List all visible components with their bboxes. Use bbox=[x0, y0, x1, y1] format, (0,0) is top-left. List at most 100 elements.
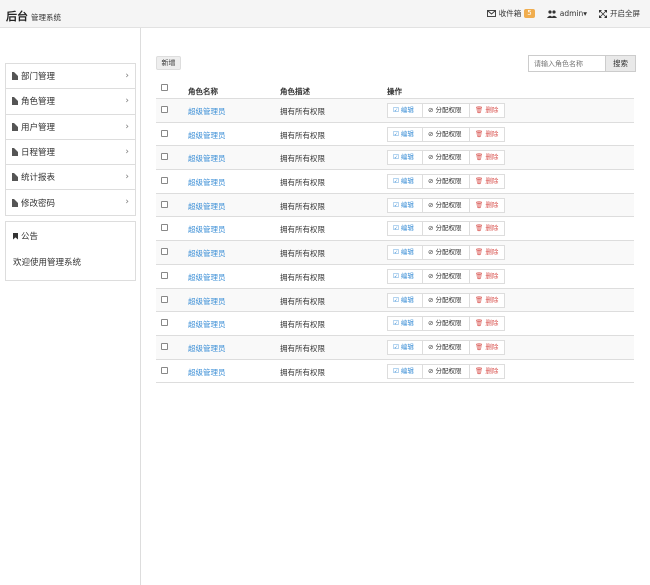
table-row: 超级管理员 拥有所有权限 ☑ 编辑 ⊘ 分配权限 🗑 删除 bbox=[156, 170, 634, 194]
add-button[interactable]: 新增 bbox=[156, 56, 181, 70]
row-actions: ☑ 编辑 ⊘ 分配权限 🗑 删除 bbox=[387, 268, 505, 284]
brand-title: 后台 bbox=[6, 10, 28, 23]
sidebar-item-roles[interactable]: 角色管理 › bbox=[6, 89, 135, 115]
row-actions: ☑ 编辑 ⊘ 分配权限 🗑 删除 bbox=[387, 221, 505, 237]
edit-button[interactable]: ☑ 编辑 bbox=[387, 245, 423, 261]
assign-permissions-button[interactable]: ⊘ 分配权限 bbox=[423, 197, 470, 213]
users-icon bbox=[546, 9, 557, 18]
edit-button[interactable]: ☑ 编辑 bbox=[387, 268, 423, 284]
assign-permissions-button[interactable]: ⊘ 分配权限 bbox=[423, 268, 470, 284]
role-name-link[interactable]: 超级管理员 bbox=[188, 177, 226, 188]
user-menu[interactable]: admin▾ bbox=[546, 9, 587, 18]
chevron-right-icon: › bbox=[125, 197, 129, 208]
assign-permissions-button[interactable]: ⊘ 分配权限 bbox=[423, 245, 470, 261]
assign-permissions-button[interactable]: ⊘ 分配权限 bbox=[423, 339, 470, 355]
chevron-right-icon: › bbox=[125, 146, 129, 157]
edit-button[interactable]: ☑ 编辑 bbox=[387, 126, 423, 142]
edit-button[interactable]: ☑ 编辑 bbox=[387, 150, 423, 166]
role-name-link[interactable]: 超级管理员 bbox=[188, 296, 226, 307]
inbox-button[interactable]: 收件箱 5 bbox=[486, 8, 535, 19]
assign-permissions-button[interactable]: ⊘ 分配权限 bbox=[423, 316, 470, 332]
edit-button[interactable]: ☑ 编辑 bbox=[387, 174, 423, 190]
row-checkbox[interactable] bbox=[161, 177, 168, 185]
role-name-link[interactable]: 超级管理员 bbox=[188, 130, 226, 141]
delete-button[interactable]: 🗑 删除 bbox=[470, 150, 505, 166]
role-name-link[interactable]: 超级管理员 bbox=[188, 367, 226, 378]
brand: 后台 管理系统 bbox=[6, 8, 61, 24]
row-checkbox[interactable] bbox=[161, 295, 168, 303]
select-all-checkbox[interactable] bbox=[161, 84, 168, 91]
role-name-link[interactable]: 超级管理员 bbox=[188, 153, 226, 164]
assign-permissions-button[interactable]: ⊘ 分配权限 bbox=[423, 363, 470, 379]
assign-permissions-button[interactable]: ⊘ 分配权限 bbox=[423, 150, 470, 166]
sidebar-item-password[interactable]: 修改密码 › bbox=[6, 190, 135, 216]
assign-permissions-button[interactable]: ⊘ 分配权限 bbox=[423, 174, 470, 190]
delete-button[interactable]: 🗑 删除 bbox=[470, 103, 505, 118]
sidebar-item-users[interactable]: 用户管理 › bbox=[6, 114, 135, 140]
delete-button[interactable]: 🗑 删除 bbox=[470, 316, 505, 332]
delete-button[interactable]: 🗑 删除 bbox=[470, 197, 505, 213]
fullscreen-button[interactable]: 开启全屏 bbox=[599, 8, 640, 19]
delete-button[interactable]: 🗑 删除 bbox=[470, 363, 505, 379]
role-name-link[interactable]: 超级管理员 bbox=[188, 201, 226, 212]
delete-button[interactable]: 🗑 删除 bbox=[470, 268, 505, 284]
file-icon bbox=[12, 148, 18, 157]
role-name-link[interactable]: 超级管理员 bbox=[188, 272, 226, 283]
role-name-link[interactable]: 超级管理员 bbox=[188, 343, 226, 354]
row-checkbox[interactable] bbox=[161, 224, 168, 232]
edit-button[interactable]: ☑ 编辑 bbox=[387, 316, 423, 332]
table-row: 超级管理员 拥有所有权限 ☑ 编辑 ⊘ 分配权限 🗑 删除 bbox=[156, 241, 634, 265]
row-checkbox[interactable] bbox=[161, 153, 168, 161]
table-header: 角色名称 角色描述 操作 bbox=[156, 79, 634, 99]
edit-button[interactable]: ☑ 编辑 bbox=[387, 363, 423, 379]
role-name-link[interactable]: 超级管理员 bbox=[188, 106, 226, 117]
search-input[interactable] bbox=[528, 55, 606, 72]
role-desc: 拥有所有权限 bbox=[280, 272, 325, 282]
assign-permissions-button[interactable]: ⊘ 分配权限 bbox=[423, 221, 470, 237]
sidebar-item-schedule[interactable]: 日程管理 › bbox=[6, 139, 135, 166]
assign-permissions-button[interactable]: ⊘ 分配权限 bbox=[423, 292, 470, 308]
delete-button[interactable]: 🗑 删除 bbox=[470, 245, 505, 261]
delete-button[interactable]: 🗑 删除 bbox=[470, 339, 505, 355]
assign-permissions-button[interactable]: ⊘ 分配权限 bbox=[423, 103, 470, 118]
sidebar: 部门管理 › 角色管理 › 用户管理 › 日程管理 › 统计报表 › 修改密码 › 公告 欢… bbox=[0, 28, 141, 585]
edit-button[interactable]: ☑ 编辑 bbox=[387, 292, 423, 308]
search-button[interactable]: 搜索 bbox=[605, 55, 636, 72]
sidebar-item-label: 角色管理 bbox=[21, 97, 56, 108]
row-checkbox[interactable] bbox=[161, 106, 168, 113]
row-checkbox[interactable] bbox=[161, 366, 168, 374]
chevron-right-icon: › bbox=[125, 121, 129, 132]
edit-button[interactable]: ☑ 编辑 bbox=[387, 197, 423, 213]
row-checkbox[interactable] bbox=[161, 271, 168, 279]
role-desc: 拥有所有权限 bbox=[280, 343, 325, 353]
edit-button[interactable]: ☑ 编辑 bbox=[387, 103, 423, 118]
edit-button[interactable]: ☑ 编辑 bbox=[387, 339, 423, 355]
role-desc: 拥有所有权限 bbox=[280, 154, 325, 164]
notice-title: 公告 bbox=[21, 232, 39, 242]
role-name-link[interactable]: 超级管理员 bbox=[188, 224, 226, 235]
brand-subtitle: 管理系统 bbox=[31, 13, 61, 22]
row-checkbox[interactable] bbox=[161, 248, 168, 256]
sidebar-item-label: 部门管理 bbox=[21, 72, 56, 83]
role-name-link[interactable]: 超级管理员 bbox=[188, 248, 226, 259]
header-name: 角色名称 bbox=[188, 87, 218, 96]
row-checkbox[interactable] bbox=[161, 342, 168, 350]
assign-permissions-button[interactable]: ⊘ 分配权限 bbox=[423, 126, 470, 142]
row-checkbox[interactable] bbox=[161, 319, 168, 327]
role-name-link[interactable]: 超级管理员 bbox=[188, 319, 226, 330]
delete-button[interactable]: 🗑 删除 bbox=[470, 221, 505, 237]
row-actions: ☑ 编辑 ⊘ 分配权限 🗑 删除 bbox=[387, 150, 505, 166]
row-checkbox[interactable] bbox=[161, 129, 168, 137]
delete-button[interactable]: 🗑 删除 bbox=[470, 126, 505, 142]
row-actions: ☑ 编辑 ⊘ 分配权限 🗑 删除 bbox=[387, 174, 505, 190]
sidebar-item-label: 用户管理 bbox=[21, 122, 56, 133]
delete-button[interactable]: 🗑 删除 bbox=[470, 292, 505, 308]
top-bar: 后台 管理系统 收件箱 5 admin▾ 开启全屏 bbox=[0, 0, 650, 28]
edit-button[interactable]: ☑ 编辑 bbox=[387, 221, 423, 237]
sidebar-item-reports[interactable]: 统计报表 › bbox=[6, 165, 135, 191]
role-desc: 拥有所有权限 bbox=[280, 320, 325, 330]
sidebar-item-departments[interactable]: 部门管理 › bbox=[6, 64, 135, 90]
table-row: 超级管理员 拥有所有权限 ☑ 编辑 ⊘ 分配权限 🗑 删除 bbox=[156, 312, 634, 336]
row-checkbox[interactable] bbox=[161, 200, 168, 208]
delete-button[interactable]: 🗑 删除 bbox=[470, 174, 505, 190]
